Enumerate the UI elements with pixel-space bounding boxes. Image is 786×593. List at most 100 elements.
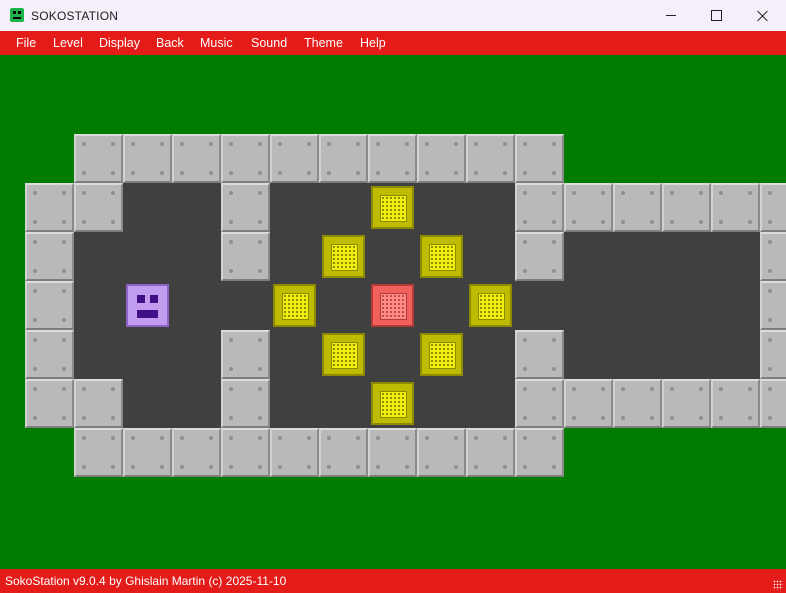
close-button[interactable] <box>740 0 786 31</box>
floor-tile <box>613 330 662 379</box>
menu-sound[interactable]: Sound <box>251 36 287 50</box>
floor-tile <box>613 232 662 281</box>
player-eye <box>137 295 145 303</box>
wall-tile <box>74 134 123 183</box>
menu-level[interactable]: Level <box>53 36 83 50</box>
wall-tile <box>221 379 270 428</box>
box-pattern <box>331 244 358 271</box>
wall-tile <box>466 428 515 477</box>
box-pattern <box>331 342 358 369</box>
floor-tile <box>221 281 270 330</box>
wall-tile <box>515 134 564 183</box>
menu-file[interactable]: File <box>16 36 36 50</box>
maximize-button[interactable] <box>693 0 739 31</box>
app-icon <box>10 8 24 22</box>
menu-theme[interactable]: Theme <box>304 36 343 50</box>
floor-tile <box>270 183 319 232</box>
wall-tile <box>417 428 466 477</box>
box <box>273 284 316 327</box>
floor-tile <box>564 330 613 379</box>
floor-tile <box>319 281 368 330</box>
box-pattern <box>380 195 407 222</box>
menu-music[interactable]: Music <box>200 36 233 50</box>
wall-tile <box>74 379 123 428</box>
box-pattern <box>429 244 456 271</box>
floor-tile <box>417 281 466 330</box>
wall-tile <box>711 183 760 232</box>
wall-tile <box>515 379 564 428</box>
floor-tile <box>172 330 221 379</box>
maximize-icon <box>710 10 722 21</box>
wall-tile <box>221 134 270 183</box>
floor-tile <box>172 281 221 330</box>
floor-tile <box>564 281 613 330</box>
floor-tile <box>123 379 172 428</box>
wall-tile <box>74 428 123 477</box>
box <box>420 333 463 376</box>
floor-tile <box>368 232 417 281</box>
floor-tile <box>270 379 319 428</box>
box-pattern <box>380 391 407 418</box>
floor-tile <box>466 330 515 379</box>
window-title: SOKOSTATION <box>31 9 119 23</box>
floor-tile <box>662 281 711 330</box>
wall-tile <box>760 281 786 330</box>
floor-tile <box>74 232 123 281</box>
wall-tile <box>515 232 564 281</box>
wall-tile <box>319 428 368 477</box>
floor-tile <box>564 232 613 281</box>
wall-tile <box>221 183 270 232</box>
wall-tile <box>760 232 786 281</box>
floor-tile <box>123 183 172 232</box>
title-bar: SOKOSTATION <box>0 0 786 31</box>
wall-tile <box>760 379 786 428</box>
wall-tile <box>25 183 74 232</box>
wall-tile <box>711 379 760 428</box>
floor-tile <box>417 183 466 232</box>
wall-tile <box>270 428 319 477</box>
player-mouth <box>137 310 158 318</box>
game-board[interactable] <box>0 55 786 569</box>
wall-tile <box>515 330 564 379</box>
menu-bar: File Level Display Back Music Sound Them… <box>0 31 786 55</box>
wall-tile <box>662 183 711 232</box>
wall-tile <box>760 183 786 232</box>
red-box <box>371 284 414 327</box>
resize-grip-icon[interactable] <box>773 580 783 590</box>
wall-tile <box>515 183 564 232</box>
wall-tile <box>172 134 221 183</box>
box-pattern <box>282 293 309 320</box>
floor-tile <box>711 281 760 330</box>
box <box>420 235 463 278</box>
box <box>371 382 414 425</box>
wall-tile <box>466 134 515 183</box>
floor-tile <box>368 330 417 379</box>
wall-tile <box>417 134 466 183</box>
minimize-button[interactable] <box>648 0 694 31</box>
floor-tile <box>319 379 368 428</box>
floor-tile <box>270 232 319 281</box>
floor-tile <box>515 281 564 330</box>
box <box>322 235 365 278</box>
floor-tile <box>74 330 123 379</box>
wall-tile <box>221 232 270 281</box>
wall-tile <box>74 183 123 232</box>
wall-tile <box>25 232 74 281</box>
floor-tile <box>662 232 711 281</box>
wall-tile <box>662 379 711 428</box>
floor-tile <box>662 330 711 379</box>
wall-tile <box>515 428 564 477</box>
player-eye <box>150 295 158 303</box>
wall-tile <box>172 428 221 477</box>
box <box>469 284 512 327</box>
wall-tile <box>368 134 417 183</box>
wall-tile <box>221 330 270 379</box>
menu-help[interactable]: Help <box>360 36 386 50</box>
floor-tile <box>613 281 662 330</box>
floor-tile <box>711 330 760 379</box>
menu-back[interactable]: Back <box>156 36 184 50</box>
menu-display[interactable]: Display <box>99 36 140 50</box>
wall-tile <box>270 134 319 183</box>
wall-tile <box>25 330 74 379</box>
box <box>322 333 365 376</box>
